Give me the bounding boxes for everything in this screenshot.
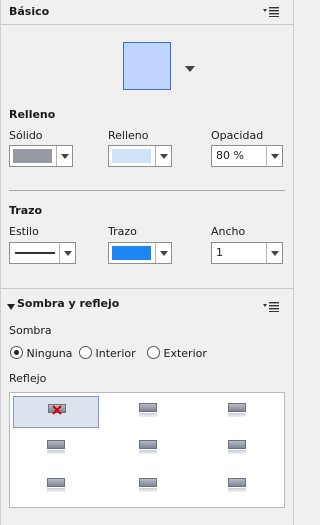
- solid-color-swatch: [13, 149, 52, 163]
- shadow-section-menu-button[interactable]: [263, 302, 279, 315]
- stroke-color-dropdown[interactable]: [108, 242, 172, 264]
- reflection-option[interactable]: [13, 433, 99, 465]
- shadow-option-inner[interactable]: Interior: [79, 346, 136, 360]
- reflection-option[interactable]: [105, 471, 191, 503]
- stroke-color-label: Trazo: [108, 225, 137, 238]
- chevron-down-icon: [59, 243, 75, 263]
- shadow-label: Sombra: [9, 324, 52, 337]
- stroke-section-title: Trazo: [9, 204, 43, 217]
- panel-menu-icon: [263, 302, 279, 312]
- radio-button[interactable]: [10, 346, 23, 359]
- shadow-option-label: Ninguna: [26, 347, 73, 360]
- chevron-down-icon: [266, 243, 282, 263]
- reflection-option[interactable]: [105, 396, 191, 428]
- panel-menu-icon: [263, 7, 279, 17]
- style-preview-swatch[interactable]: [123, 42, 171, 90]
- stroke-color-swatch: [112, 246, 151, 260]
- style-preview-fill: [124, 43, 170, 89]
- reflection-icon: [228, 440, 246, 455]
- opacity-combo[interactable]: 80 %: [211, 145, 283, 167]
- shadow-option-label: Exterior: [163, 347, 207, 360]
- chevron-down-icon: [266, 146, 282, 166]
- reflection-icon: [228, 403, 246, 418]
- fill-color-swatch: [112, 149, 151, 163]
- reflection-none-option[interactable]: [13, 396, 99, 428]
- basic-section-menu-button[interactable]: [263, 7, 279, 20]
- header-divider: [1, 24, 293, 25]
- shadow-option-label: Interior: [95, 347, 136, 360]
- fill-label: Relleno: [108, 129, 149, 142]
- properties-panel: Básico Relleno Sólido Relleno Opacidad 8…: [0, 0, 294, 525]
- reflection-option[interactable]: [105, 433, 191, 465]
- stroke-style-label: Estilo: [9, 225, 39, 238]
- reflection-icon: [139, 403, 157, 418]
- reflection-label: Reflejo: [9, 372, 46, 385]
- chevron-down-icon: [155, 243, 171, 263]
- chevron-down-icon: [185, 66, 195, 72]
- reflection-icon: [228, 478, 246, 493]
- stroke-divider: [1, 288, 293, 289]
- reflection-label-text: Reflejo: [9, 372, 47, 385]
- reflection-option[interactable]: [13, 471, 99, 503]
- stroke-width-combo[interactable]: 1: [211, 242, 283, 264]
- reflection-option[interactable]: [194, 396, 280, 428]
- reflection-option[interactable]: [194, 433, 280, 465]
- reflection-icon: [139, 440, 157, 455]
- solid-line-icon: [15, 252, 55, 254]
- solid-label: Sólido: [9, 129, 43, 142]
- opacity-value[interactable]: 80 %: [216, 149, 244, 162]
- fill-section-title: Relleno: [9, 108, 56, 121]
- reflection-grid: [9, 392, 285, 508]
- fill-color-dropdown[interactable]: [108, 145, 172, 167]
- shadow-section-toggle[interactable]: [7, 300, 15, 313]
- reflection-icon: [47, 478, 65, 493]
- solid-color-dropdown[interactable]: [9, 145, 73, 167]
- red-x-icon: [52, 405, 62, 415]
- stroke-style-dropdown[interactable]: [9, 242, 76, 264]
- reflection-icon: [139, 478, 157, 493]
- reflection-none-icon: [48, 404, 66, 419]
- chevron-down-icon: [155, 146, 171, 166]
- shadow-option-outer[interactable]: Exterior: [147, 346, 207, 360]
- opacity-label: Opacidad: [211, 129, 264, 142]
- basic-section-title: Básico: [9, 5, 50, 18]
- reflection-icon: [47, 440, 65, 455]
- reflection-option[interactable]: [194, 471, 280, 503]
- radio-button[interactable]: [147, 346, 160, 359]
- style-preview-dropdown-arrow[interactable]: [185, 62, 195, 75]
- fill-divider: [9, 190, 285, 191]
- stroke-width-value[interactable]: 1: [216, 246, 223, 259]
- triangle-down-icon: [7, 304, 15, 310]
- radio-button[interactable]: [79, 346, 92, 359]
- stroke-width-label: Ancho: [211, 225, 246, 238]
- shadow-option-none[interactable]: Ninguna: [10, 346, 72, 360]
- chevron-down-icon: [56, 146, 72, 166]
- shadow-section-title: Sombra y reflejo: [17, 297, 120, 310]
